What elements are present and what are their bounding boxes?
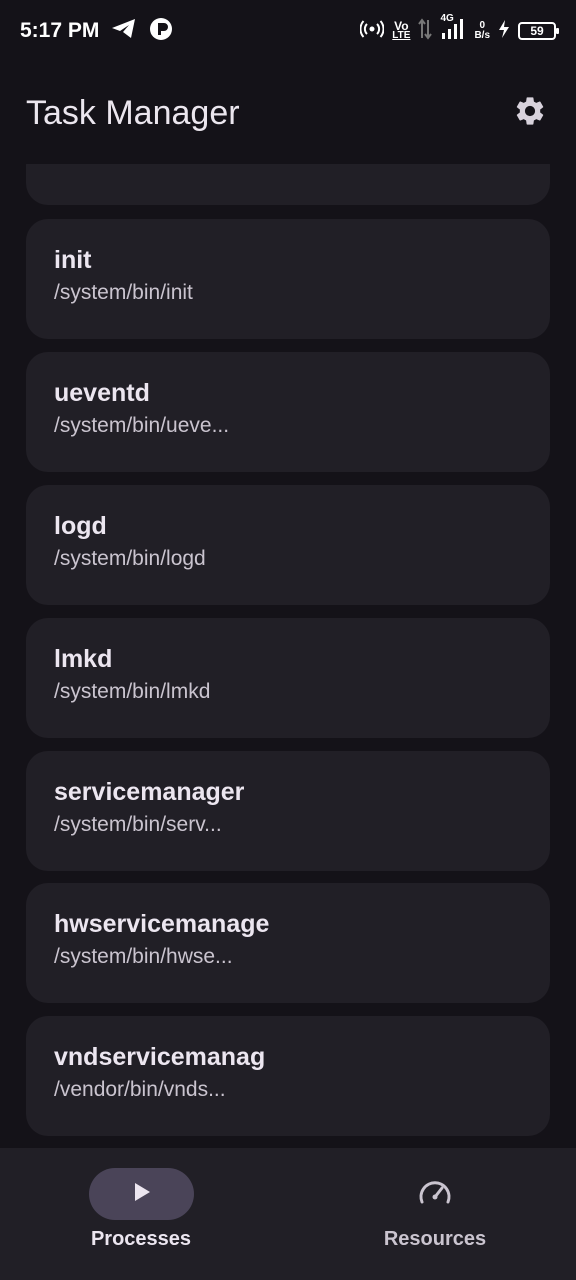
telegram-icon	[111, 18, 137, 45]
process-card-init[interactable]: init /system/bin/init	[26, 219, 550, 339]
app-notification-icon	[149, 17, 173, 46]
nav-label-processes: Processes	[90, 1228, 192, 1250]
volte-bottom: LTE	[392, 30, 411, 41]
nav-label-resources: Resources	[383, 1228, 487, 1250]
bottom-navigation: Processes Resources	[0, 1148, 576, 1280]
process-path: /system/bin/ueve...	[54, 414, 230, 437]
process-name: logd	[54, 512, 107, 540]
signal-icon: 4G	[440, 13, 466, 45]
process-card-hwservicemanager[interactable]: hwservicemanage /system/bin/hwse...	[26, 883, 550, 1003]
hotspot-icon	[359, 19, 385, 44]
gear-icon	[513, 94, 547, 133]
process-name: lmkd	[54, 645, 113, 673]
settings-button[interactable]	[510, 93, 550, 133]
process-card-ueventd[interactable]: ueventd /system/bin/ueve...	[26, 352, 550, 472]
process-card-logd[interactable]: logd /system/bin/logd	[26, 485, 550, 605]
network-generation: 4G	[440, 12, 454, 24]
nav-pill	[383, 1168, 488, 1220]
page-title: Task Manager	[26, 93, 240, 132]
process-name: hwservicemanage	[54, 910, 270, 938]
process-path: /vendor/bin/vnds...	[54, 1078, 226, 1101]
process-card-partial[interactable]	[26, 164, 550, 205]
process-name: init	[54, 246, 92, 274]
status-left: 5:17 PM	[20, 17, 173, 46]
net-speed: 0 B/s	[474, 21, 490, 41]
process-name: vndservicemanag	[54, 1043, 266, 1071]
status-bar: 5:17 PM Vo LTE 4G 0 B/s 59	[0, 0, 576, 62]
process-card-servicemanager[interactable]: servicemanager /system/bin/serv...	[26, 751, 550, 871]
nav-item-resources[interactable]: Resources	[335, 1168, 535, 1268]
status-right: Vo LTE 4G 0 B/s 59	[359, 13, 559, 45]
process-path: /system/bin/lmkd	[54, 680, 211, 703]
nav-item-processes[interactable]: Processes	[41, 1168, 241, 1268]
process-name: servicemanager	[54, 778, 245, 806]
process-path: /system/bin/logd	[54, 547, 206, 570]
volte-icon: Vo LTE	[392, 20, 411, 41]
process-list[interactable]: init /system/bin/init ueventd /system/bi…	[0, 164, 576, 1148]
net-speed-unit: B/s	[474, 30, 490, 41]
speedometer-icon	[417, 1178, 453, 1211]
status-time: 5:17 PM	[20, 19, 100, 42]
play-icon	[130, 1181, 152, 1208]
data-arrows-icon	[418, 17, 433, 45]
process-card-vndservicemanager[interactable]: vndservicemanag /vendor/bin/vnds...	[26, 1016, 550, 1136]
process-path: /system/bin/init	[54, 281, 193, 304]
app-bar: Task Manager	[0, 62, 576, 164]
nav-active-indicator	[88, 1168, 194, 1220]
charging-icon	[498, 19, 510, 44]
process-name: ueventd	[54, 379, 150, 407]
process-path: /system/bin/serv...	[54, 813, 222, 836]
process-path: /system/bin/hwse...	[54, 945, 233, 968]
process-card-lmkd[interactable]: lmkd /system/bin/lmkd	[26, 618, 550, 738]
battery-indicator: 59	[518, 22, 559, 40]
